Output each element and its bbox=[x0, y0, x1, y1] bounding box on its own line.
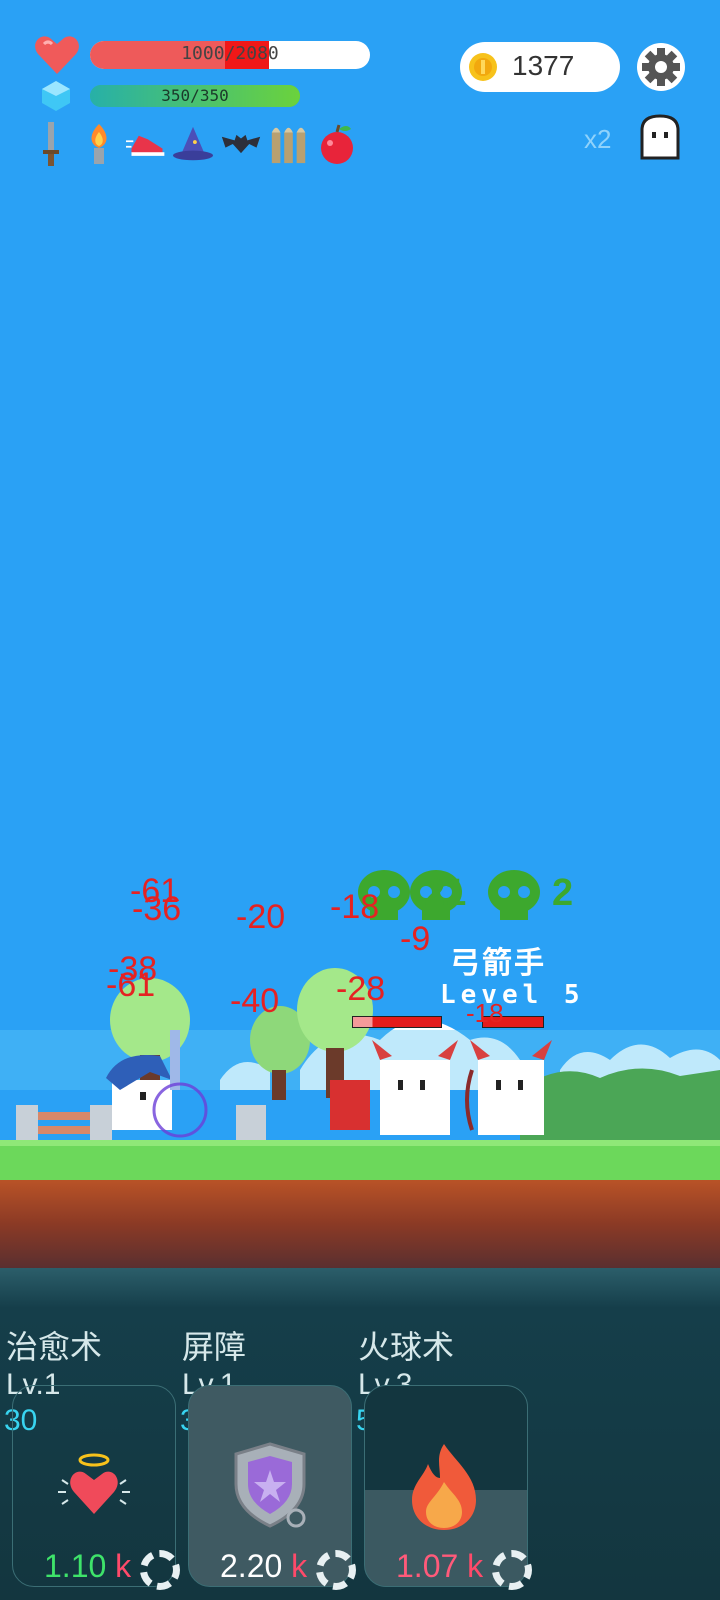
skill-name: 火球术 bbox=[358, 1328, 455, 1366]
mp-text: 350/350 bbox=[161, 86, 229, 105]
skill-price: 1.10 k bbox=[44, 1548, 131, 1585]
damage-number: -28 bbox=[336, 970, 386, 1008]
angel-heart-icon bbox=[54, 1452, 134, 1522]
sword-icon[interactable] bbox=[30, 122, 72, 166]
torch-icon[interactable] bbox=[78, 122, 120, 166]
coin-value: 1377 bbox=[512, 50, 575, 81]
skill-name: 屏障 bbox=[182, 1328, 247, 1366]
mp-bar: 350/350 bbox=[90, 85, 300, 107]
dirt-ground bbox=[0, 1180, 720, 1268]
skill-price-unit: k bbox=[291, 1548, 308, 1584]
damage-number: -18 bbox=[330, 888, 380, 926]
upgrade-gear-icon[interactable] bbox=[316, 1550, 356, 1590]
skill-name: 治愈术 bbox=[6, 1328, 103, 1366]
enemy-name: 弓箭手 bbox=[450, 946, 546, 981]
enemy-level: Level 5 bbox=[440, 980, 585, 1010]
bullets-icon[interactable] bbox=[268, 122, 310, 166]
heart-icon bbox=[34, 34, 80, 80]
damage-number: -18 bbox=[466, 998, 504, 1028]
skill-price: 2.20 k bbox=[220, 1548, 307, 1585]
bat-icon[interactable] bbox=[220, 122, 262, 166]
fire-icon bbox=[406, 1442, 482, 1536]
skill-price-value: 1.07 bbox=[396, 1548, 459, 1584]
skill-price-unit: k bbox=[467, 1548, 484, 1584]
damage-number: -9 bbox=[400, 920, 431, 958]
upgrade-gear-icon[interactable] bbox=[140, 1550, 180, 1590]
gem-icon bbox=[40, 80, 72, 116]
hp-bar: 1000/2080 bbox=[90, 41, 370, 69]
enemy-hp-bar-1 bbox=[352, 1016, 442, 1028]
damage-number: -20 bbox=[236, 898, 286, 936]
shield-icon bbox=[230, 1440, 310, 1534]
skill-price-value: 2.20 bbox=[220, 1548, 283, 1584]
poison-count: 2 bbox=[552, 872, 574, 914]
hp-text: 1000/2080 bbox=[181, 43, 279, 64]
damage-number: -36 bbox=[132, 890, 182, 928]
skull-icon bbox=[484, 868, 544, 926]
speed-multiplier[interactable]: x2 bbox=[584, 124, 611, 155]
damage-number: -40 bbox=[230, 982, 280, 1020]
upgrade-gear-icon[interactable] bbox=[492, 1550, 532, 1590]
skill-price-value: 1.10 bbox=[44, 1548, 107, 1584]
poison-count: 21 bbox=[424, 872, 467, 914]
coin-icon bbox=[468, 52, 498, 86]
apple-icon[interactable] bbox=[316, 122, 358, 166]
skill-price: 1.07 k bbox=[396, 1548, 483, 1585]
coin-counter: 1377 bbox=[460, 42, 620, 92]
skill-price-unit: k bbox=[115, 1548, 132, 1584]
settings-gear-icon[interactable] bbox=[636, 42, 686, 96]
wizard-hat-icon[interactable] bbox=[172, 122, 214, 166]
ghost-icon[interactable] bbox=[638, 114, 682, 164]
damage-number: -61 bbox=[106, 966, 156, 1004]
sneaker-icon[interactable] bbox=[126, 122, 168, 166]
